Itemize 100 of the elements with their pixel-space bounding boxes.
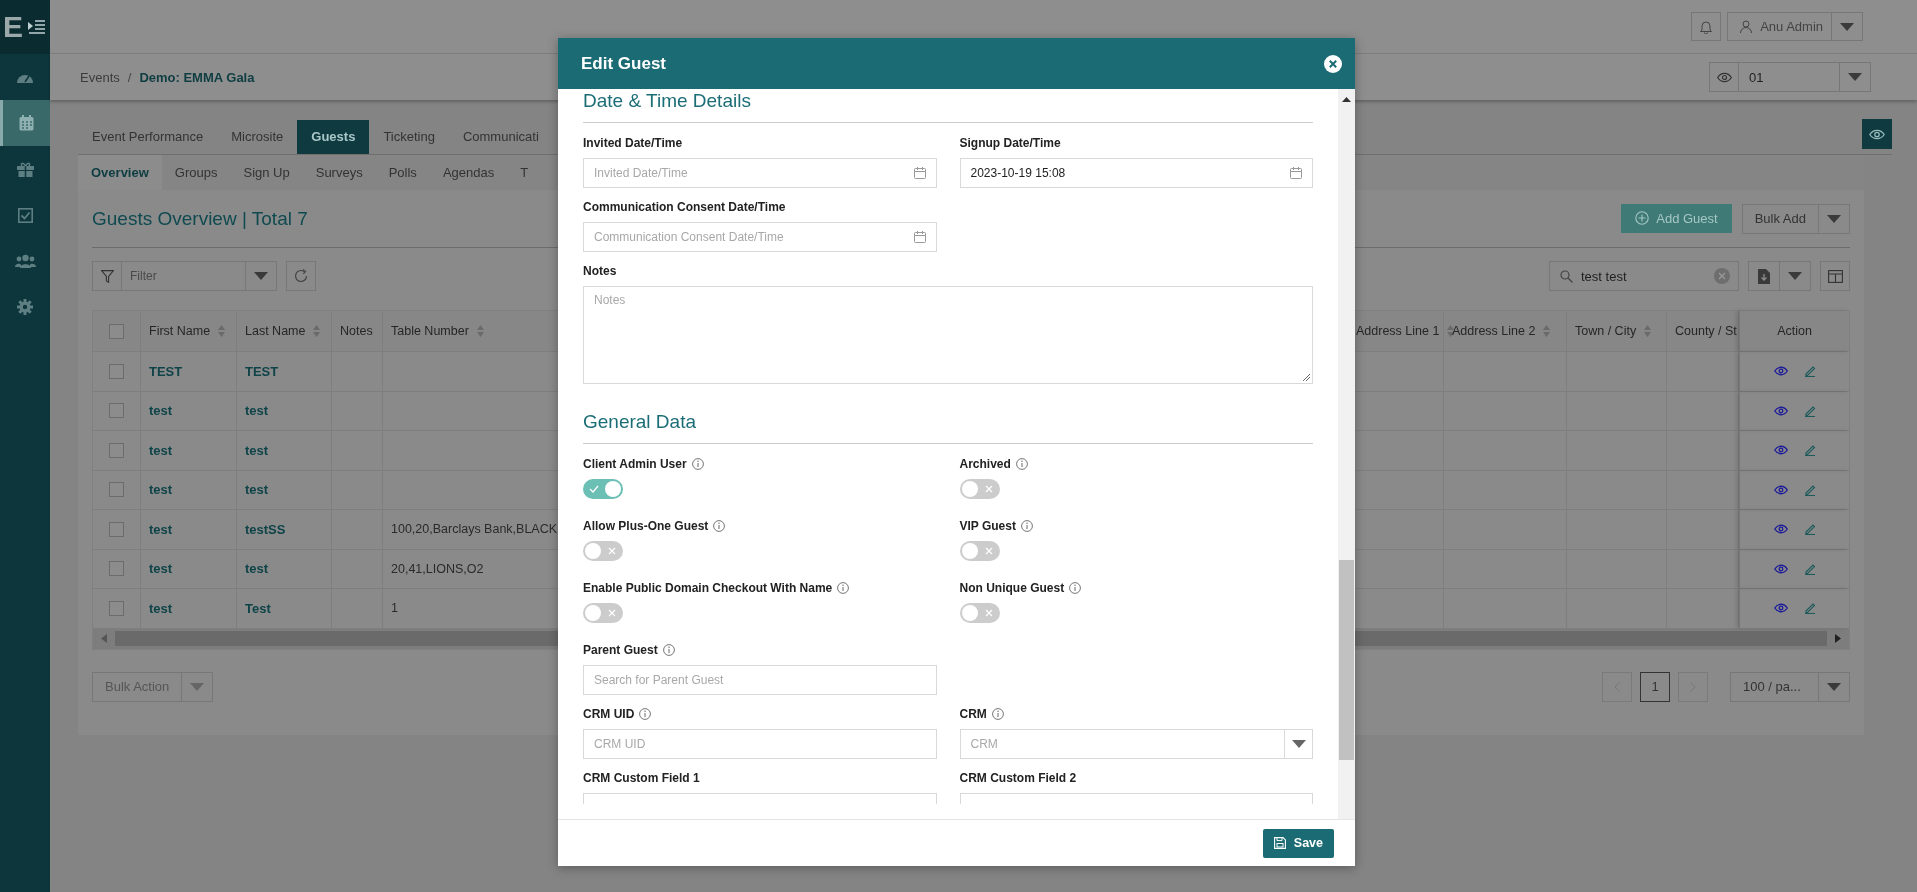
view-icon[interactable]	[1773, 366, 1788, 377]
toggle-switch[interactable]	[959, 603, 1000, 623]
last-name-link[interactable]: test	[245, 561, 269, 577]
checkbox[interactable]	[109, 363, 124, 379]
sort-icon[interactable]	[313, 325, 321, 337]
first-name-link[interactable]: test	[149, 403, 173, 419]
toggle-switch[interactable]	[959, 479, 1000, 499]
select-field[interactable]: CRM	[959, 729, 1313, 759]
first-name-link[interactable]: test	[149, 521, 173, 537]
scroll-right-icon[interactable]	[1835, 634, 1841, 643]
edit-icon[interactable]	[1803, 404, 1816, 417]
breadcrumb-link[interactable]: Events	[80, 69, 120, 85]
edit-icon[interactable]	[1803, 483, 1816, 496]
view-icon[interactable]	[1773, 405, 1788, 416]
view-icon[interactable]	[1773, 524, 1788, 535]
first-name-link[interactable]: test	[149, 482, 173, 498]
info-icon[interactable]	[991, 708, 1004, 720]
toggle-switch[interactable]	[583, 479, 623, 499]
input-field[interactable]: CRM UID	[583, 729, 937, 759]
view-icon[interactable]	[1773, 484, 1788, 495]
date-field[interactable]: 2023-10-19 15:08	[959, 158, 1313, 188]
date-field[interactable]: Communication Consent Date/Time	[583, 222, 937, 252]
close-icon[interactable]	[1324, 54, 1342, 73]
toggle-switch[interactable]	[959, 541, 1000, 561]
first-name-link[interactable]: test	[149, 561, 173, 577]
export-dropdown[interactable]	[1748, 261, 1811, 291]
filter-select[interactable]: Filter	[92, 261, 277, 291]
info-icon[interactable]	[1020, 520, 1033, 532]
tab[interactable]: Microsite	[217, 120, 298, 154]
clear-icon[interactable]	[1714, 268, 1730, 284]
edit-icon[interactable]	[1803, 602, 1816, 615]
menu-icon[interactable]	[27, 20, 45, 34]
checkbox[interactable]	[109, 521, 124, 537]
input-field[interactable]: Search for Parent Guest	[583, 665, 937, 695]
sort-icon[interactable]	[1644, 325, 1652, 337]
toggle-switch[interactable]	[583, 603, 623, 623]
info-icon[interactable]	[639, 708, 652, 720]
first-name-link[interactable]: test	[149, 600, 173, 616]
last-name-link[interactable]: testSS	[245, 521, 286, 537]
subtab[interactable]: Sign Up	[230, 155, 303, 190]
sidebar-item[interactable]	[0, 100, 50, 146]
first-name-link[interactable]: TEST	[149, 363, 183, 379]
event-select[interactable]: 01	[1709, 62, 1871, 92]
edit-icon[interactable]	[1803, 444, 1816, 457]
subtab[interactable]: Overview	[78, 155, 162, 190]
scroll-left-icon[interactable]	[101, 634, 107, 643]
tab[interactable]: Event Performance	[78, 120, 218, 154]
resize-grip-icon[interactable]	[1302, 373, 1310, 381]
info-icon[interactable]	[713, 520, 726, 532]
checkbox[interactable]	[109, 442, 124, 458]
checkbox[interactable]	[109, 561, 124, 577]
refresh-button[interactable]	[286, 261, 316, 291]
sort-icon[interactable]	[218, 325, 226, 337]
sort-icon[interactable]	[1543, 325, 1551, 337]
view-icon[interactable]	[1773, 445, 1788, 456]
info-icon[interactable]	[1069, 582, 1082, 594]
view-icon[interactable]	[1773, 603, 1788, 614]
checkbox[interactable]	[109, 600, 124, 616]
search-field[interactable]: test test	[1549, 261, 1739, 291]
last-name-link[interactable]: Test	[245, 600, 271, 616]
checkbox[interactable]	[109, 403, 124, 419]
toggle-switch[interactable]	[583, 541, 623, 561]
preview-button[interactable]	[1862, 119, 1892, 149]
edit-icon[interactable]	[1803, 365, 1816, 378]
info-icon[interactable]	[662, 644, 675, 656]
subtab[interactable]: Agendas	[429, 155, 508, 190]
view-icon[interactable]	[1773, 563, 1788, 574]
page-button[interactable]: 1	[1640, 671, 1670, 702]
first-name-link[interactable]: test	[149, 442, 173, 458]
info-icon[interactable]	[1015, 458, 1028, 470]
edit-icon[interactable]	[1803, 562, 1816, 575]
columns-button[interactable]	[1820, 261, 1850, 291]
edit-icon[interactable]	[1803, 523, 1816, 536]
scrollbar-thumb[interactable]	[1339, 560, 1354, 760]
last-name-link[interactable]: test	[245, 482, 269, 498]
tab[interactable]: Guests	[297, 120, 370, 154]
sort-icon[interactable]	[476, 325, 484, 337]
input-field[interactable]	[583, 793, 937, 804]
subtab[interactable]: Groups	[161, 155, 231, 190]
bulk-add-dropdown[interactable]: Bulk Add	[1741, 203, 1850, 234]
input-field[interactable]	[959, 793, 1313, 804]
info-icon[interactable]	[691, 458, 704, 470]
checkbox[interactable]	[109, 323, 124, 339]
scroll-up-icon[interactable]	[1342, 97, 1351, 102]
vertical-scrollbar[interactable]	[1338, 89, 1355, 819]
subtab[interactable]: T	[507, 155, 542, 190]
tab[interactable]: Ticketing	[369, 120, 449, 154]
last-name-link[interactable]: TEST	[245, 363, 279, 379]
last-name-link[interactable]: test	[245, 442, 269, 458]
page-size-select[interactable]: 100 / pa...	[1730, 671, 1850, 702]
last-name-link[interactable]: test	[245, 403, 269, 419]
date-field[interactable]: Invited Date/Time	[583, 158, 937, 188]
subtab[interactable]: Polls	[375, 155, 430, 190]
save-button[interactable]: Save	[1262, 828, 1334, 858]
tab[interactable]: Communicati	[448, 120, 553, 154]
user-dropdown[interactable]: Anu Admin	[1727, 12, 1863, 41]
subtab[interactable]: Surveys	[302, 155, 376, 190]
notes-field[interactable]: Notes	[583, 286, 1313, 384]
add-guest-button[interactable]: Add Guest	[1621, 203, 1732, 233]
checkbox[interactable]	[109, 482, 124, 498]
